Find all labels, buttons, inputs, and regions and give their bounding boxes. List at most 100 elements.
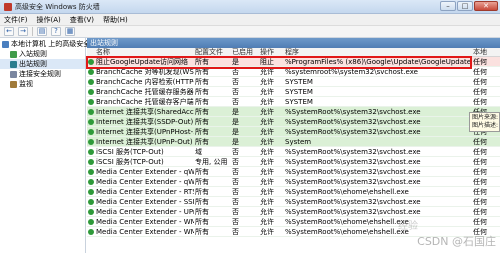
minimize-button[interactable]: –	[440, 1, 456, 11]
table-row[interactable]: Internet 连接共享(SSDP-Out) 所有 是 允许 %SystemRoot%…	[87, 117, 500, 127]
toolbar: ← → ▤ ? ▦	[0, 26, 500, 38]
show-hide-tree-icon[interactable]: ▤	[37, 27, 47, 36]
table-row[interactable]: Media Center Extender - qW... 所有 否 允许 %Syste…	[87, 167, 500, 177]
watermark-jingyan: 经验	[398, 221, 418, 232]
cell-local: 任何	[473, 198, 487, 206]
cell-name: Internet 连接共享(SharedAcce...	[96, 108, 194, 116]
close-button[interactable]: ✕	[474, 1, 498, 11]
column-header-action[interactable]: 操作	[260, 48, 274, 57]
forward-arrow-icon[interactable]: →	[18, 27, 28, 36]
cell-name: BranchCache 内容检索(HTTP-...	[96, 78, 194, 86]
cell-local: 任何	[473, 138, 487, 146]
tree-item-inbound-rules[interactable]: 入站规则	[0, 49, 85, 59]
cell-action: 允许	[260, 98, 274, 106]
cell-enabled: 否	[232, 158, 239, 166]
cell-program: %SystemRoot%\system32\svchost.exe	[285, 178, 421, 186]
cell-enabled: 否	[232, 228, 239, 236]
cell-profile: 所有	[195, 168, 209, 176]
cell-program: %SystemRoot%\system32\svchost.exe	[285, 158, 421, 166]
cell-enabled: 否	[232, 168, 239, 176]
table-row[interactable]: Media Center Extender - RTS... 所有 否 允许 %Syst…	[87, 187, 500, 197]
maximize-button[interactable]: □	[457, 1, 473, 11]
table-row[interactable]: Media Center Extender - UPn... 所有 否 允许 %Syst…	[87, 207, 500, 217]
cell-action: 允许	[260, 118, 274, 126]
cell-action: 允许	[260, 148, 274, 156]
table-row[interactable]: BranchCache 对等机发现(WSD...所有 否 允许 %systemroot…	[87, 67, 500, 77]
cell-local: 任何	[473, 98, 487, 106]
column-header-enabled[interactable]: 已启用	[232, 48, 253, 57]
menu-help[interactable]: 帮助(H)	[103, 15, 128, 25]
menu-file[interactable]: 文件(F)	[4, 15, 28, 25]
cell-name: Media Center Extender - WM...	[96, 218, 194, 226]
table-row[interactable]: BranchCache 托管缓存服务器... 所有 否 允许 SYSTEM 任何	[87, 87, 500, 97]
cell-action: 允许	[260, 78, 274, 86]
menu-bar: 文件(F) 操作(A) 查看(V) 帮助(H)	[0, 14, 500, 26]
cell-local: 任何	[473, 218, 487, 226]
cell-name: Media Center Extender - WM...	[96, 228, 194, 236]
cell-profile: 所有	[195, 178, 209, 186]
rule-status-icon	[88, 109, 94, 115]
cell-profile: 所有	[195, 208, 209, 216]
cell-program: %SystemRoot%\ehome\ehshell.exe	[285, 218, 409, 226]
rule-status-icon	[88, 189, 94, 195]
cell-program: %systemroot%\system32\svchost.exe	[285, 68, 418, 76]
cell-enabled: 否	[232, 88, 239, 96]
cell-profile: 所有	[195, 188, 209, 196]
cell-program: %SystemRoot%\system32\svchost.exe	[285, 128, 421, 136]
help-icon[interactable]: ?	[51, 27, 61, 36]
table-row[interactable]: Internet 连接共享(SharedAcce... 所有 是 允许 %SystemR…	[87, 107, 500, 117]
table-row[interactable]: Media Center Extender - WM... 所有 否 允许 %Syste…	[87, 217, 500, 227]
table-row[interactable]: Internet 连接共享(UPnPHost-... 所有 是 允许 %SystemRo…	[87, 127, 500, 137]
cell-program: System	[285, 138, 312, 146]
cell-program: %SystemRoot%\system32\svchost.exe	[285, 208, 421, 216]
cell-profile: 所有	[195, 58, 209, 66]
cell-name: Internet 连接共享(SSDP-Out)	[96, 118, 194, 126]
tree-item-connection-security-rules[interactable]: 连接安全规则	[0, 69, 85, 79]
show-hide-action-pane-icon[interactable]: ▦	[65, 27, 75, 36]
inbound-rules-icon	[10, 50, 17, 58]
cell-profile: 所有	[195, 108, 209, 116]
table-row[interactable]: iSCSI 服务(TCP-Out) 域 否 允许 %SystemRoot%\system…	[87, 147, 500, 157]
column-header-profile[interactable]: 配置文件	[195, 48, 223, 57]
cell-enabled: 是	[232, 58, 239, 66]
cell-enabled: 否	[232, 178, 239, 186]
toolbar-separator	[32, 27, 33, 36]
cell-program: SYSTEM	[285, 88, 313, 96]
connection-security-icon	[10, 70, 17, 78]
cell-enabled: 是	[232, 108, 239, 116]
column-header-local[interactable]: 本地	[473, 48, 487, 57]
rule-status-icon	[88, 149, 94, 155]
menu-action[interactable]: 操作(A)	[37, 15, 61, 25]
table-row[interactable]: BranchCache 内容检索(HTTP-... 所有 否 允许 SYSTEM 任何	[87, 77, 500, 87]
table-row[interactable]: BranchCache 托管缓存客户端(... 所有 否 允许 SYSTEM 任何	[87, 97, 500, 107]
back-arrow-icon[interactable]: ←	[4, 27, 14, 36]
cell-local: 任何	[473, 178, 487, 186]
cell-profile: 所有	[195, 118, 209, 126]
table-row[interactable]: Media Center Extender - qW... 所有 否 允许 %Syste…	[87, 177, 500, 187]
cell-local: 任何	[473, 78, 487, 86]
cell-profile: 所有	[195, 128, 209, 136]
table-row[interactable]: Media Center Extender - SSD... 所有 否 允许 %Syst…	[87, 197, 500, 207]
cell-enabled: 否	[232, 208, 239, 216]
cell-name: iSCSI 服务(TCP-Out)	[96, 158, 164, 166]
block-rule-icon	[88, 59, 94, 65]
tree-item-outbound-rules[interactable]: 出站规则	[0, 59, 85, 69]
window-controls: – □ ✕	[440, 1, 498, 11]
navigation-tree: 本地计算机 上的高级安全 入站规则 出站规则 连接安全规则 监视	[0, 38, 90, 253]
cell-name: Internet 连接共享(UPnPHost-...	[96, 128, 194, 136]
tooltip-line: 图片来源:	[472, 114, 499, 121]
tree-item-monitoring[interactable]: 监视	[0, 79, 85, 89]
table-row[interactable]: iSCSI 服务(TCP-Out) 专用, 公用否 允许 %SystemRoot%\s…	[87, 157, 500, 167]
cell-action: 允许	[260, 208, 274, 216]
cell-enabled: 否	[232, 188, 239, 196]
cell-action: 允许	[260, 68, 274, 76]
table-row[interactable]: Internet 连接共享(UPnP-Out) 所有 是 允许 System 任何	[87, 137, 500, 147]
tree-item-root[interactable]: 本地计算机 上的高级安全	[0, 39, 90, 49]
column-header-name[interactable]: 名称	[96, 48, 110, 57]
menu-view[interactable]: 查看(V)	[70, 15, 94, 25]
cell-local: 任何	[473, 88, 487, 96]
cell-enabled: 否	[232, 148, 239, 156]
column-header-program[interactable]: 程序	[285, 48, 299, 57]
table-row[interactable]: 阻止GoogleUpdate访问网络 所有 是 阻止 %ProgramFiles% (x…	[87, 57, 500, 67]
cell-name: BranchCache 托管缓存客户端(...	[96, 98, 194, 106]
